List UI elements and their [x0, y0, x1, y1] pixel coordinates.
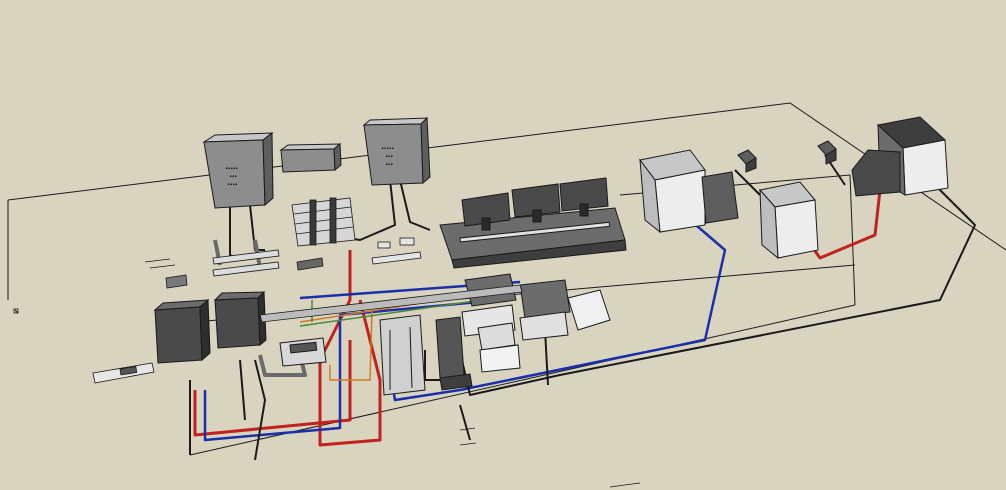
cabinet-left: · · · · · · · · · · · ·	[202, 131, 274, 209]
svg-text:· · · · ·: · · · · ·	[382, 146, 393, 151]
svg-text:· · · ·: · · · ·	[228, 182, 237, 187]
monitor-rack	[439, 177, 627, 269]
svg-text:· · ·: · · ·	[386, 162, 392, 167]
patch-rack-center	[291, 197, 356, 247]
speaker-enclosure-1	[639, 149, 739, 234]
hub-box	[279, 142, 342, 173]
svg-text:· · ·: · · ·	[386, 154, 392, 159]
rack-unit-left-2	[213, 290, 267, 349]
shelf-rails-left	[165, 249, 280, 289]
tall-panel-center	[379, 314, 426, 396]
svg-text:· · ·: · · ·	[230, 174, 236, 179]
switch-center	[279, 337, 327, 367]
speaker-enclosure-2	[759, 181, 819, 260]
svg-text:· · · · ·: · · · · ·	[226, 166, 237, 171]
power-strip-left	[92, 362, 155, 384]
rack-unit-left-1	[153, 298, 211, 364]
small-sensor-boxes	[737, 140, 837, 173]
speaker-enclosure-3	[851, 116, 949, 197]
cabinet-right: · · · · · · · · · · ·	[362, 116, 431, 186]
equipment-layout-diagram: · · · · · · · · · · · · · · · · · · · · …	[7, 102, 1006, 488]
